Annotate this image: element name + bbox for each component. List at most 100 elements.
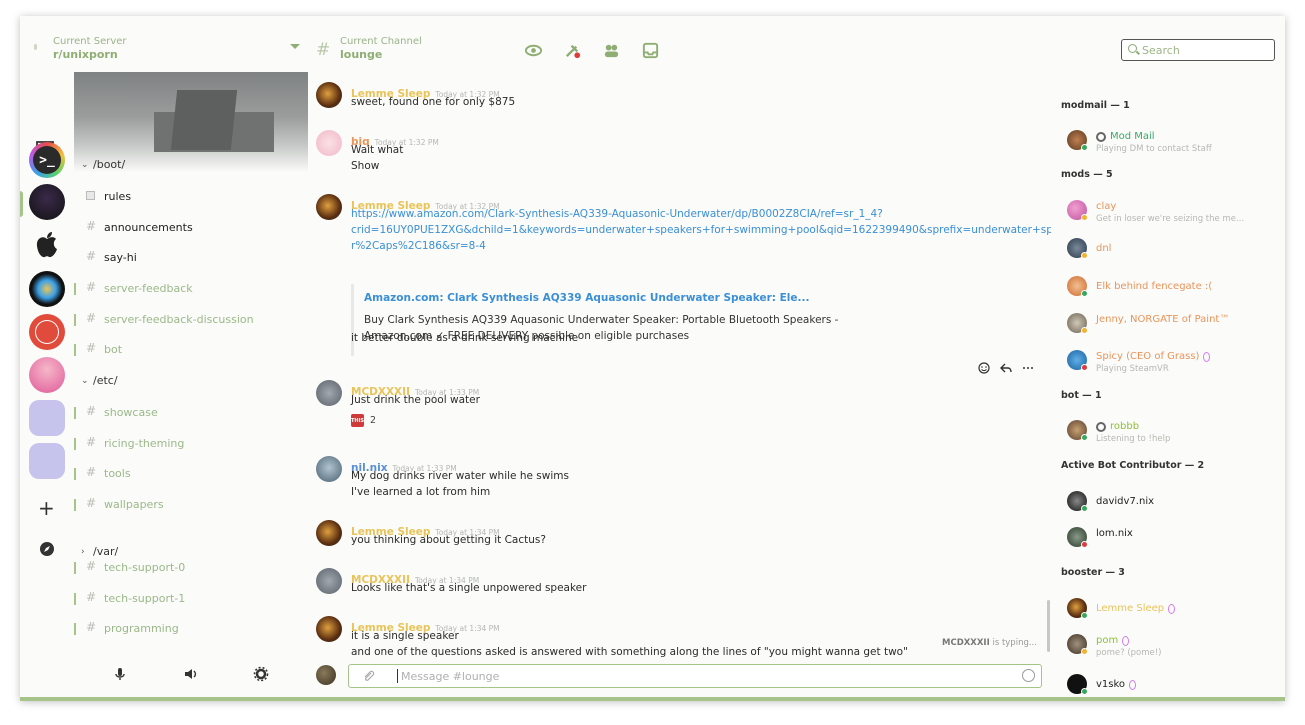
- server-selector[interactable]: Current Server r/unixporn: [34, 36, 300, 66]
- eye-icon[interactable]: [524, 41, 543, 60]
- channel-tech-support-1[interactable]: # tech-support-1: [74, 587, 308, 611]
- server-anime[interactable]: [29, 184, 65, 220]
- message-link[interactable]: https://www.amazon.com/Clark-Synthesis-A…: [351, 208, 883, 220]
- message-input[interactable]: [397, 669, 997, 683]
- channel-bot[interactable]: # bot: [74, 338, 308, 362]
- emoji-picker-icon[interactable]: [1022, 669, 1035, 682]
- member-group-title: Active Bot Contributor — 2: [1061, 460, 1205, 471]
- discord-window: Current Server r/unixporn # Current Chan…: [20, 16, 1285, 701]
- avatar[interactable]: [316, 520, 342, 546]
- embed-description: Buy Clark Synthesis AQ339 Aquasonic Unde…: [364, 314, 839, 326]
- search-box[interactable]: [1121, 39, 1275, 61]
- member-davidv7[interactable]: davidv7.nix: [1067, 491, 1277, 517]
- pin-icon: [34, 44, 37, 50]
- server-rainbow[interactable]: [29, 271, 65, 307]
- channel-programming[interactable]: # programming: [74, 617, 308, 641]
- category-boot[interactable]: ⌄/boot/: [81, 158, 125, 171]
- member-robbb[interactable]: robbb Listening to !help: [1067, 420, 1277, 446]
- user-controls: [74, 654, 308, 697]
- message-text: and one of the questions asked is answer…: [351, 646, 908, 658]
- category-etc[interactable]: ⌄/etc/: [81, 374, 118, 387]
- channel-ricing-theming[interactable]: # ricing-theming: [74, 432, 308, 456]
- avatar[interactable]: [316, 568, 342, 594]
- member-elk[interactable]: Elk behind fencegate :(: [1067, 276, 1277, 302]
- typing-indicator: MCDXXXII is typing...: [942, 638, 1037, 648]
- chevron-down-icon[interactable]: [290, 44, 300, 49]
- add-server-icon[interactable]: +: [38, 496, 55, 520]
- channel-showcase[interactable]: # showcase: [74, 401, 308, 425]
- channel-announcements[interactable]: # announcements: [74, 216, 308, 240]
- server-apple[interactable]: [29, 227, 65, 263]
- inbox-icon[interactable]: [641, 41, 660, 60]
- member-pom[interactable]: pom pome? (pome!): [1067, 634, 1277, 660]
- hash-icon: #: [86, 341, 97, 355]
- message-box[interactable]: [348, 664, 1042, 688]
- member-lemme-sleep[interactable]: Lemme Sleep: [1067, 598, 1277, 624]
- server-rail: >_ +: [20, 72, 74, 697]
- scrollbar[interactable]: [1047, 600, 1050, 652]
- server-name: r/unixporn: [53, 48, 118, 61]
- this-emoji-icon: THIS: [351, 414, 364, 427]
- attachment-icon[interactable]: [363, 669, 375, 683]
- members-icon[interactable]: [602, 41, 621, 60]
- member-jenny[interactable]: Jenny, NORGATE of Paint™: [1067, 313, 1277, 339]
- settings-gear-icon[interactable]: [253, 666, 269, 682]
- seal-icon: [35, 320, 59, 344]
- reaction[interactable]: THIS 2: [351, 414, 376, 427]
- channel-server-feedback[interactable]: # server-feedback: [74, 277, 308, 301]
- avatar[interactable]: [316, 616, 342, 642]
- message-link[interactable]: crid=16UY0PUE1ZXG&dchild=1&keywords=unde…: [351, 224, 1051, 236]
- link-embed: Amazon.com: Clark Synthesis AQ339 Aquaso…: [351, 284, 838, 356]
- message-link[interactable]: r%2Caps%2C186&sr=8-4: [351, 240, 486, 252]
- server-pink[interactable]: [29, 357, 65, 393]
- top-header: Current Server r/unixporn # Current Chan…: [20, 16, 1285, 72]
- member-list: modmail — 1 Mod Mail Playing DM to conta…: [1051, 72, 1285, 697]
- reply-icon[interactable]: [1000, 362, 1012, 374]
- hash-icon: #: [86, 590, 97, 604]
- more-options-icon[interactable]: [1022, 362, 1034, 374]
- message-composer: [316, 662, 1042, 690]
- message-text: Just drink the pool water: [351, 394, 480, 406]
- message-text: sweet, found one for only $875: [351, 96, 516, 108]
- server-folder-2[interactable]: [29, 443, 65, 479]
- pin-icon[interactable]: [563, 41, 582, 60]
- avatar[interactable]: [316, 194, 342, 220]
- member-dnl[interactable]: dnl: [1067, 238, 1277, 264]
- member-spicy[interactable]: Spicy (CEO of Grass) Playing SteamVR: [1067, 350, 1277, 376]
- member-mod-mail[interactable]: Mod Mail Playing DM to contact Staff: [1067, 130, 1277, 156]
- server-red-seal[interactable]: [29, 314, 65, 350]
- hash-icon: #: [86, 559, 97, 573]
- compass-icon[interactable]: [39, 541, 55, 557]
- booster-icon: [1122, 635, 1130, 646]
- embed-title[interactable]: Amazon.com: Clark Synthesis AQ339 Aquaso…: [364, 292, 809, 304]
- server-folder-1[interactable]: [29, 400, 65, 436]
- channel-wallpapers[interactable]: # wallpapers: [74, 493, 308, 517]
- avatar[interactable]: [316, 82, 342, 108]
- message-text: Wait what: [351, 144, 404, 156]
- message-actions: [978, 362, 1034, 374]
- message-text: Looks like that's a single unpowered spe…: [351, 582, 587, 594]
- channel-rules[interactable]: rules: [74, 185, 308, 209]
- channel-tech-support-0[interactable]: # tech-support-0: [74, 556, 308, 580]
- server-unixporn[interactable]: >_: [29, 142, 65, 178]
- speaker-icon[interactable]: [183, 666, 199, 682]
- avatar: [316, 665, 336, 685]
- channel-say-hi[interactable]: # say-hi: [74, 246, 308, 270]
- avatar[interactable]: [316, 380, 342, 406]
- member-v1sko[interactable]: v1sko: [1067, 674, 1277, 697]
- channel-tools[interactable]: # tools: [74, 462, 308, 486]
- add-reaction-icon[interactable]: [978, 362, 990, 374]
- channel-list: ⌄/boot/ rules # announcements # say-hi # se…: [74, 72, 308, 654]
- member-lom[interactable]: lom.nix: [1067, 527, 1277, 553]
- member-clay[interactable]: clay Get in loser we're seizing the me..…: [1067, 200, 1277, 226]
- search-input[interactable]: [1142, 43, 1270, 57]
- avatar[interactable]: [316, 130, 342, 156]
- channel-server-feedback-discussion[interactable]: # server-feedback-discussion: [74, 308, 308, 332]
- member-group-title: booster — 3: [1061, 567, 1125, 578]
- message-text: Show: [351, 160, 380, 172]
- rules-icon: [86, 191, 95, 200]
- chevron-right-icon: ›: [81, 546, 85, 557]
- terminal-icon: >_: [33, 146, 61, 174]
- microphone-icon[interactable]: [112, 666, 128, 682]
- avatar[interactable]: [316, 456, 342, 482]
